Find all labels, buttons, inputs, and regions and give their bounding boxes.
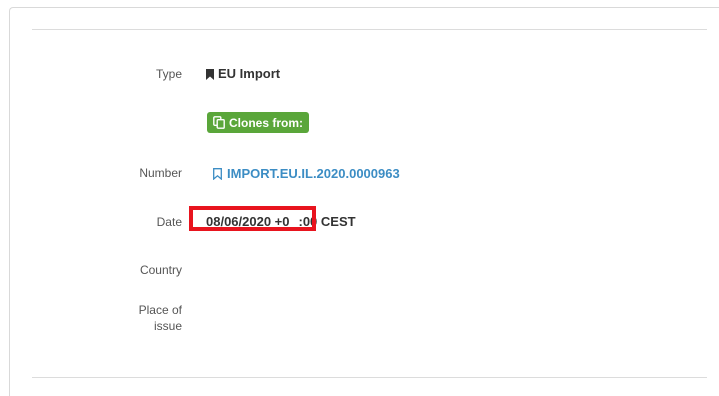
details-panel (9, 7, 719, 396)
place-of-issue-label-line1: Place of (138, 303, 182, 317)
place-of-issue-label: Place of issue (139, 302, 182, 334)
type-label: Type (155, 67, 182, 81)
number-value[interactable]: IMPORT.EU.IL.2020.0000963 (213, 166, 400, 182)
type-value: EU Import (206, 66, 280, 82)
date-value-part1: 08/06/2020 +0 (206, 214, 290, 229)
bottom-divider (32, 377, 707, 378)
place-of-issue-label-line2: issue (153, 319, 182, 333)
country-label: Country (139, 263, 182, 277)
date-label: Date (156, 215, 182, 229)
type-value-text: EU Import (218, 66, 281, 81)
certificate-details-page: Type EU Import Clones from: Number IMPOR… (0, 0, 719, 396)
date-value-part2: :00 CEST (298, 214, 356, 229)
top-divider (32, 29, 707, 30)
bookmark-outline-icon (213, 168, 222, 180)
number-label: Number (139, 166, 182, 180)
clone-copy-icon (213, 116, 225, 129)
clones-from-button[interactable]: Clones from: (207, 112, 310, 133)
date-value: 08/06/2020 +0 :00 CEST (206, 214, 356, 230)
number-link[interactable]: IMPORT.EU.IL.2020.0000963 (227, 166, 400, 182)
clones-from-label: Clones from: (229, 115, 304, 130)
bookmark-solid-icon (206, 68, 214, 80)
